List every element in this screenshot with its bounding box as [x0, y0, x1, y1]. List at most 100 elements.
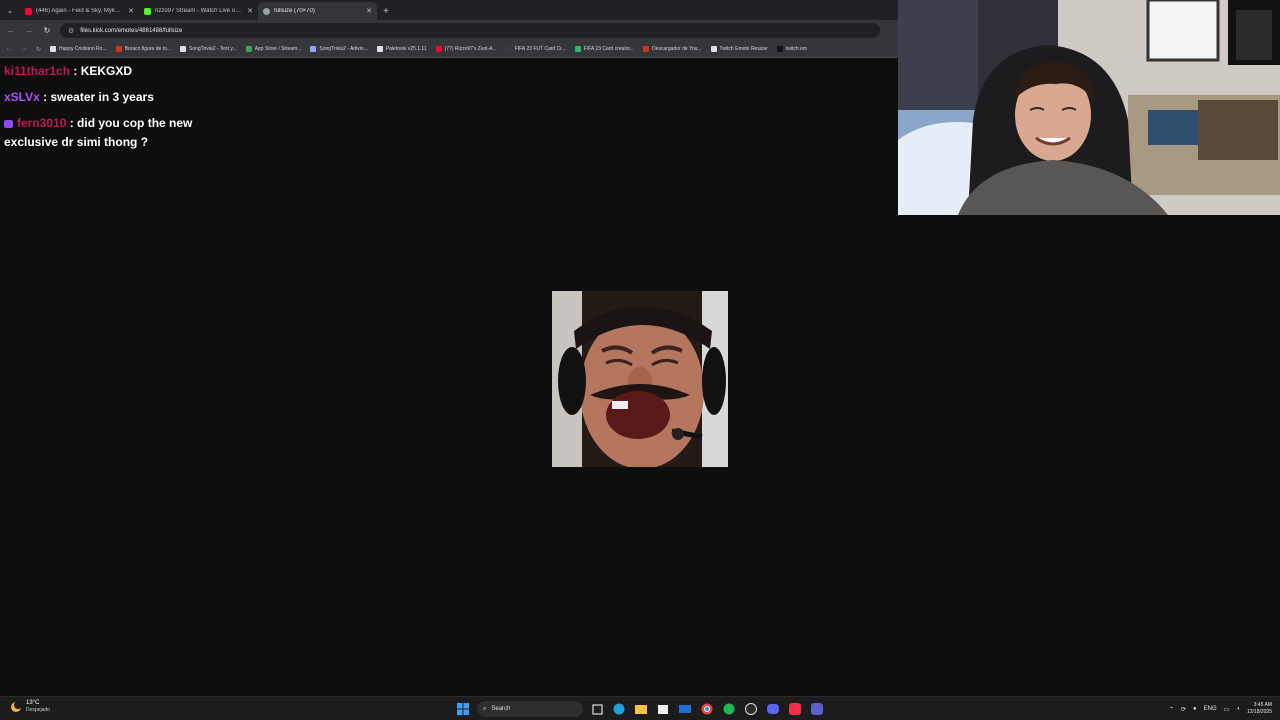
bookmark-favicon-icon: [574, 46, 581, 52]
site-info-icon[interactable]: ⚙: [68, 27, 74, 35]
bookmark-label: Buraco figura de to...: [124, 46, 171, 52]
teams-icon: [811, 703, 823, 715]
tab-title: fullsize (70×70): [274, 8, 315, 14]
chat-username: fern3010: [17, 116, 67, 130]
bookmark-item[interactable]: SongTrivia2 - Test y...: [179, 46, 237, 52]
store-icon: [658, 705, 668, 714]
bookmark-item[interactable]: twitch em: [776, 46, 808, 52]
microphone-icon[interactable]: ●: [1193, 706, 1197, 712]
chrome-icon: [701, 703, 713, 715]
browser-toolbar: ← → ↻ ⚙ files.kick.com/emotes/4861488/fu…: [0, 20, 898, 41]
bookmark-item[interactable]: Buraco figura de to...: [115, 46, 171, 52]
tab-strip: ⌄ (446) Again - Feid & Sky, Myk... ✕ riz…: [0, 0, 898, 20]
tab-youtube[interactable]: (446) Again - Feid & Sky, Myk... ✕: [20, 2, 139, 20]
bookmark-item[interactable]: App Store / Stream...: [245, 46, 302, 52]
chevron-up-icon[interactable]: ⌃: [1169, 706, 1174, 713]
obs-icon: [745, 703, 757, 715]
bookmark-label: Paletools v25.1.11: [385, 46, 427, 52]
taskbar-apps: ⌕ Search: [455, 699, 825, 719]
bookmark-item[interactable]: Happy Cristiano Ro...: [50, 46, 107, 52]
bookmark-item[interactable]: Twitch Emote Resizer: [710, 46, 768, 52]
bookmark-label: twitch em: [785, 46, 808, 52]
bookmark-reload-icon: ↻: [36, 46, 42, 53]
edge-button[interactable]: [611, 701, 627, 717]
bookmark-back-icon: ←: [6, 46, 12, 52]
clock-date: 12/18/2025: [1246, 709, 1272, 715]
volume-icon[interactable]: ◖: [1236, 706, 1240, 712]
close-tab-icon[interactable]: ✕: [128, 7, 134, 15]
windows-taskbar: 13°C Despejado ⌕ Search ⌃ ⟳ ● ENG ▭ ◖ 3:…: [0, 696, 1280, 720]
system-tray: ⌃ ⟳ ● ENG ▭ ◖ 3:45 AM 12/18/2025: [1169, 699, 1272, 719]
webcam-feed: [898, 0, 1280, 215]
file-explorer-button[interactable]: [633, 701, 649, 717]
chrome-button[interactable]: [699, 701, 715, 717]
music-button[interactable]: [787, 701, 803, 717]
chat-message: xSLVx : sweater in 3 years: [4, 88, 244, 107]
bookmark-favicon-icon: [376, 46, 383, 52]
mail-icon: [679, 705, 691, 713]
teams-button[interactable]: [809, 701, 825, 717]
chat-username: ki11thar1ch: [4, 64, 71, 78]
spotify-button[interactable]: [721, 701, 737, 717]
bookmark-item[interactable]: Paletools v25.1.11: [376, 46, 427, 52]
chat-message: ki11thar1ch : KEKGXD: [4, 62, 244, 81]
network-icon[interactable]: ▭: [1224, 706, 1230, 713]
search-icon: ⌕: [483, 705, 487, 712]
subscriber-badge-icon: [4, 119, 13, 128]
language-indicator[interactable]: ENG: [1204, 706, 1217, 712]
sync-icon[interactable]: ⟳: [1181, 706, 1186, 713]
emote-image: [552, 291, 728, 467]
chat-overlay: ki11thar1ch : KEKGXD xSLVx : sweater in …: [4, 62, 244, 159]
forward-arrow-icon[interactable]: →: [24, 26, 34, 35]
tab-title: (446) Again - Feid & Sky, Myk...: [36, 8, 120, 14]
laughing-man-emote-icon: [552, 291, 728, 467]
bookmark-label: FIFA 23 Card creator...: [583, 46, 635, 52]
close-tab-icon[interactable]: ✕: [366, 7, 372, 15]
bookmark-item[interactable]: FIFA 23 Card creator...: [574, 46, 635, 52]
discord-button[interactable]: [765, 701, 781, 717]
spotify-icon: [723, 703, 735, 715]
discord-icon: [767, 704, 779, 714]
bookmark-favicon-icon: [310, 46, 317, 52]
chat-separator: :: [39, 90, 51, 104]
new-tab-button[interactable]: +: [377, 2, 395, 20]
folder-icon: [635, 705, 647, 714]
bookmark-label: App Store / Stream...: [254, 46, 302, 52]
bookmark-label: Happy Cristiano Ro...: [59, 46, 107, 52]
search-label: Search: [491, 706, 511, 712]
tab-emote-fullsize[interactable]: fullsize (70×70) ✕: [258, 2, 377, 20]
obs-button[interactable]: [743, 701, 759, 717]
bookmark-item[interactable]: FIFA 23 FUT Card Cr...: [505, 46, 566, 52]
close-tab-icon[interactable]: ✕: [247, 7, 253, 15]
bookmark-item[interactable]: Descargador de You...: [643, 46, 702, 52]
webcam-streamer-image: [898, 0, 1280, 215]
bookmark-favicon-icon: [179, 46, 186, 52]
bookmark-favicon-icon: [776, 46, 783, 52]
bookmark-favicon-icon: [115, 46, 122, 52]
clock[interactable]: 3:45 AM 12/18/2025: [1247, 702, 1272, 716]
address-bar[interactable]: ⚙ files.kick.com/emotes/4861488/fullsize: [60, 23, 880, 38]
chat-username: xSLVx: [4, 90, 40, 104]
task-view-button[interactable]: [589, 701, 605, 717]
mail-button[interactable]: [677, 701, 693, 717]
clock-time: 3:45 AM: [1253, 702, 1272, 708]
bookmark-item[interactable]: SongTrivia2 - Adivin...: [310, 46, 368, 52]
reload-icon[interactable]: ↻: [42, 26, 52, 35]
tab-search-button[interactable]: ⌄: [0, 0, 20, 20]
bookmark-item[interactable]: (77) Rizzo97's Zest-A...: [435, 46, 497, 52]
bookmark-forward-icon: →: [21, 46, 27, 52]
weather-widget[interactable]: 13°C Despejado: [10, 700, 50, 714]
globe-favicon-icon: [263, 7, 270, 15]
bookmark-label: (77) Rizzo97's Zest-A...: [444, 46, 497, 52]
tab-kick-stream[interactable]: rizzo97 Stream - Watch Live on... ✕: [139, 2, 258, 20]
back-arrow-icon[interactable]: ←: [6, 26, 16, 35]
kick-favicon-icon: [144, 7, 151, 15]
taskbar-search[interactable]: ⌕ Search: [477, 701, 583, 717]
start-button[interactable]: [455, 701, 471, 717]
store-button[interactable]: [655, 701, 671, 717]
task-view-icon: [591, 703, 603, 715]
chat-text: KEKGXD: [80, 64, 133, 78]
bookmark-favicon-icon: [643, 46, 650, 52]
bookmarks-bar: ← → ↻ Happy Cristiano Ro... Buraco figura…: [0, 41, 898, 58]
weather-condition: Despejado: [26, 707, 50, 713]
